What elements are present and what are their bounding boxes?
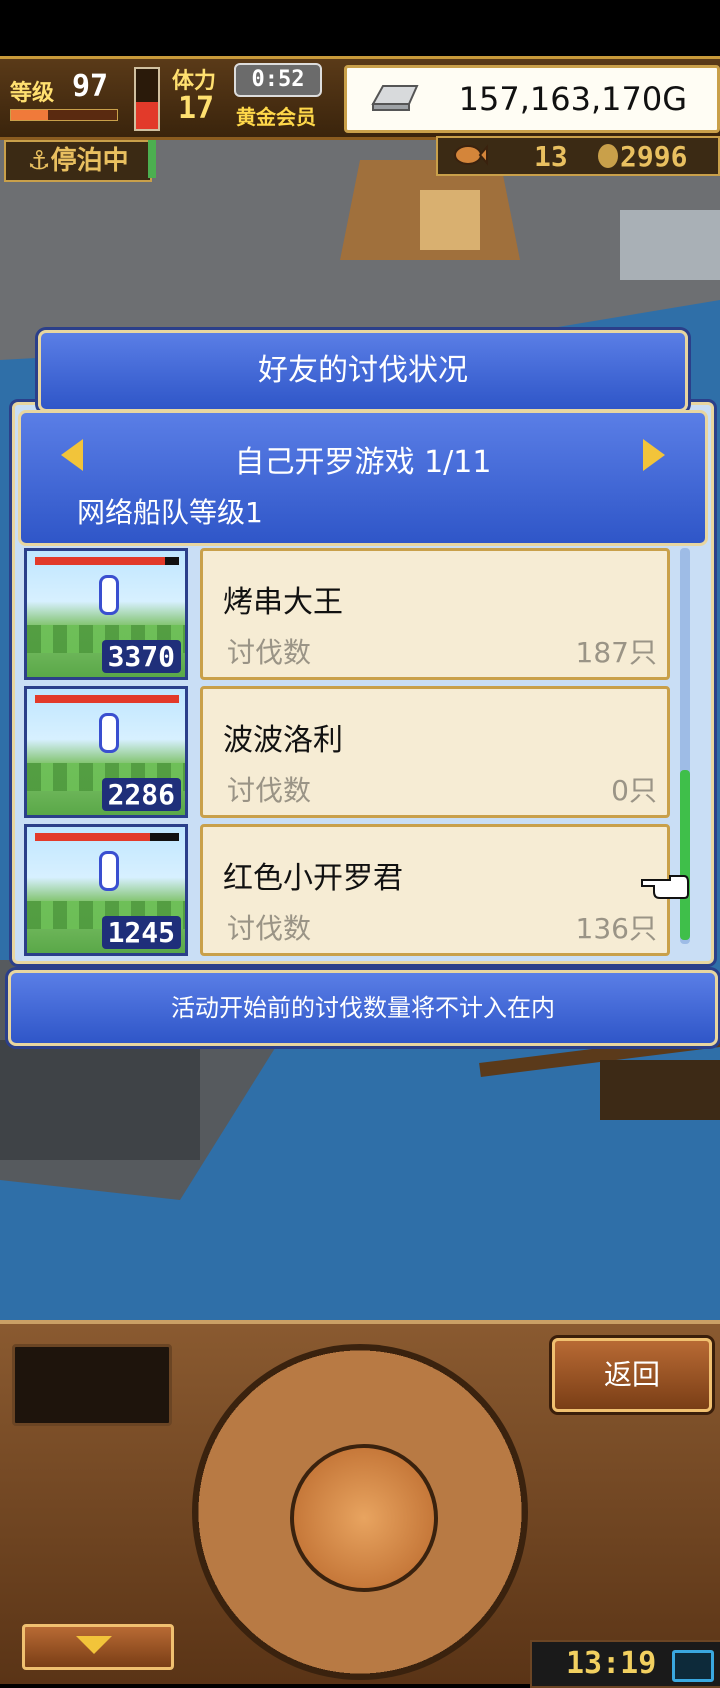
dialog-title: 好友的讨伐状况	[258, 353, 468, 388]
battery-charging-icon	[672, 1650, 714, 1682]
friend-card: 红色小开罗君 讨伐数 136只	[200, 824, 670, 956]
stamina-gauge	[134, 67, 160, 131]
exp-bar-fill	[11, 110, 49, 120]
level-value: 97	[72, 69, 109, 104]
friend-name: 红色小开罗君	[223, 861, 403, 896]
character-icon	[99, 851, 119, 891]
friend-row[interactable]: 3370 烤串大王 讨伐数 187只	[24, 548, 674, 680]
friend-row[interactable]: 1245 红色小开罗君 讨伐数 136只	[24, 824, 674, 956]
friend-name: 烤串大王	[223, 585, 343, 620]
stamina-value: 17	[178, 91, 215, 126]
friend-score: 1245	[101, 916, 181, 949]
stamina-timer: 0:52	[234, 63, 322, 97]
friend-thumbnail: 3370	[24, 548, 188, 680]
port-status-badge: ⚓停泊中	[4, 140, 152, 182]
friend-row[interactable]: 2286 波波洛利 讨伐数 0只	[24, 686, 674, 818]
friend-thumbnail: 1245	[24, 824, 188, 956]
ration-count: 13	[534, 140, 568, 173]
port-status-indicator	[148, 140, 156, 178]
exp-bar	[10, 109, 118, 121]
resource-panel: 13 2996	[436, 136, 720, 176]
kill-count-label: 讨伐数	[227, 912, 312, 945]
boss-hp-fill	[35, 557, 165, 565]
back-button[interactable]: 返回	[552, 1338, 712, 1412]
friend-thumbnail: 2286	[24, 686, 188, 818]
boss-hp-bar	[35, 557, 179, 565]
top-status-bar: 等级 97 体力 17 0:52 黄金会员 157,163,170G	[0, 56, 720, 140]
empty-slot	[12, 1344, 172, 1426]
coin-icon	[598, 144, 618, 168]
kill-count-value: 136只	[575, 912, 657, 945]
kill-count-label: 讨伐数	[227, 636, 312, 669]
friend-name: 波波洛利	[223, 723, 343, 758]
pointing-hand-icon	[641, 875, 689, 899]
money-value: 157,163,170G	[458, 80, 687, 118]
boss-hp-bar	[35, 695, 179, 703]
clock-panel: 13:19	[530, 1640, 720, 1688]
event-name: 自己开罗游戏 1/11	[234, 445, 492, 480]
membership-label: 黄金会员	[236, 105, 316, 129]
control-panel: 返回 13:19	[0, 1320, 720, 1688]
friend-score: 2286	[101, 778, 181, 811]
boss-hp-fill	[35, 833, 151, 841]
friend-card: 波波洛利 讨伐数 0只	[200, 686, 670, 818]
dpad-center-button[interactable]	[290, 1444, 438, 1592]
character-icon	[99, 713, 119, 753]
clock: 13:19	[566, 1646, 657, 1681]
event-header: 自己开罗游戏 1/11 网络船队等级1	[18, 410, 708, 546]
boss-hp-bar	[35, 833, 179, 841]
fish-icon	[454, 144, 488, 166]
money-panel: 157,163,170G	[344, 65, 720, 133]
notice-text: 活动开始前的讨伐数量将不计入在内	[171, 994, 555, 1022]
notice-bar: 活动开始前的讨伐数量将不计入在内	[8, 970, 718, 1046]
kill-count-value: 187只	[575, 636, 657, 669]
kill-count-value: 0只	[611, 774, 657, 807]
anchor-icon: ⚓	[27, 146, 51, 176]
silver-ingot-icon	[371, 85, 419, 111]
friend-score: 3370	[101, 640, 181, 673]
stamina-gauge-fill	[136, 102, 158, 129]
character-icon	[99, 575, 119, 615]
coin-count: 2996	[620, 140, 688, 173]
friend-card: 烤串大王 讨伐数 187只	[200, 548, 670, 680]
chevron-down-icon	[76, 1636, 112, 1654]
list-scrollbar-thumb[interactable]	[680, 770, 690, 940]
level-label: 等级	[10, 81, 55, 106]
dialog-title-bar: 好友的讨伐状况	[38, 330, 688, 412]
fleet-level: 网络船队等级1	[77, 496, 263, 529]
port-status-text: 停泊中	[50, 146, 129, 176]
kill-count-label: 讨伐数	[227, 774, 312, 807]
arrow-right-icon[interactable]	[643, 439, 665, 471]
boss-hp-fill	[35, 695, 179, 703]
